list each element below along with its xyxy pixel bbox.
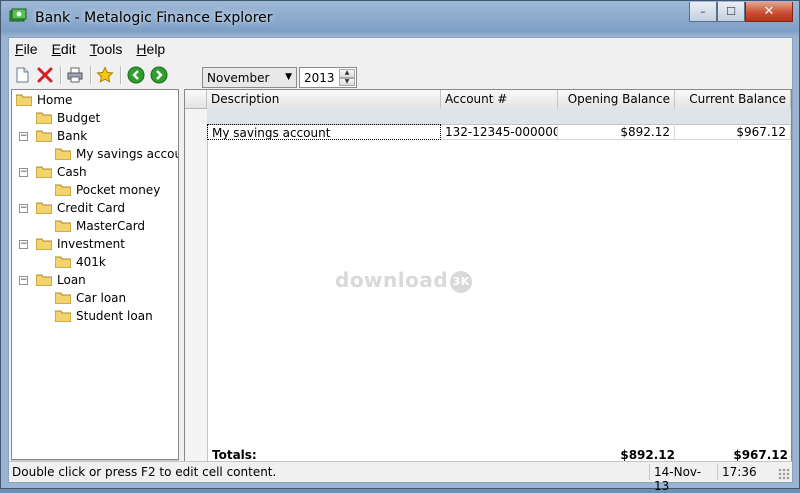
tree-item-cash[interactable]: Cash (36, 163, 87, 181)
spin-down-button[interactable]: ▼ (339, 77, 355, 86)
folder-icon (36, 130, 52, 142)
tree-item-pocket-money[interactable]: Pocket money (55, 181, 160, 199)
tree-item-bank[interactable]: Bank (36, 127, 87, 145)
tree-item-student-loan[interactable]: Student loan (55, 307, 153, 325)
year-value: 2013 (304, 71, 335, 85)
tree-item-401k[interactable]: 401k (55, 253, 106, 271)
folder-icon (55, 310, 71, 322)
delete-icon[interactable] (36, 66, 54, 84)
cell-account[interactable]: 132-12345-0000000 (441, 124, 558, 140)
app-icon (9, 8, 27, 22)
accounts-grid[interactable]: Description Account # Opening Balance Cu… (184, 89, 792, 462)
status-time: 17:36 (717, 464, 767, 480)
tree-item-my-savings[interactable]: My savings accour (55, 145, 178, 163)
collapse-icon[interactable]: − (19, 240, 28, 249)
menu-file[interactable]: File (15, 41, 38, 57)
row-indicator-column (185, 90, 208, 461)
cell-description[interactable]: My savings account (207, 124, 441, 140)
folder-icon (36, 202, 52, 214)
folder-icon (36, 166, 52, 178)
status-message: Double click or press F2 to edit cell co… (12, 465, 277, 479)
status-date: 14-Nov-13 (649, 464, 717, 493)
column-header-opening-balance[interactable]: Opening Balance (558, 90, 675, 108)
watermark-logo-icon: 3K (450, 270, 473, 293)
grid-header: Description Account # Opening Balance Cu… (185, 90, 791, 109)
collapse-icon[interactable]: − (19, 276, 28, 285)
totals-current-balance: $967.12 (733, 448, 788, 462)
forward-arrow-icon[interactable] (150, 66, 168, 84)
folder-icon (55, 256, 71, 268)
column-header-current-balance[interactable]: Current Balance (675, 90, 791, 108)
tree-item-mastercard[interactable]: MasterCard (55, 217, 145, 235)
new-row-placeholder[interactable] (207, 108, 791, 125)
client-area: File Edit Tools Help November ▼ 2013 ▲ ▼… (8, 37, 793, 493)
folder-icon (55, 148, 71, 160)
folder-icon (55, 292, 71, 304)
tree-item-car-loan[interactable]: Car loan (55, 289, 126, 307)
tree-item-investment[interactable]: Investment (36, 235, 125, 253)
tree-item-budget[interactable]: Budget (36, 109, 100, 127)
collapse-icon[interactable]: − (19, 204, 28, 213)
year-stepper[interactable]: 2013 ▲ ▼ (299, 67, 357, 88)
menu-edit[interactable]: Edit (52, 41, 76, 57)
chevron-down-icon: ▼ (285, 72, 292, 82)
cell-current-balance[interactable]: $967.12 (675, 124, 791, 140)
collapse-icon[interactable]: − (19, 168, 28, 177)
tree-item-home[interactable]: Home (16, 91, 72, 109)
title-bar[interactable]: Bank - Metalogic Finance Explorer – ☐ ✕ (1, 1, 799, 35)
tree-item-credit-card[interactable]: Credit Card (36, 199, 125, 217)
folder-icon (16, 94, 32, 106)
minimize-button[interactable]: – (689, 2, 717, 22)
back-arrow-icon[interactable] (127, 66, 145, 84)
new-icon[interactable] (13, 66, 31, 84)
spin-up-button[interactable]: ▲ (339, 69, 355, 78)
app-window: Bank - Metalogic Finance Explorer – ☐ ✕ … (0, 0, 800, 493)
status-bar: Double click or press F2 to edit cell co… (9, 461, 792, 493)
menu-help[interactable]: Help (136, 41, 165, 57)
table-row[interactable]: My savings account 132-12345-0000000 $89… (207, 124, 791, 140)
category-tree[interactable]: Home Budget − Bank My savings accour − C… (11, 89, 179, 460)
maximize-button[interactable]: ☐ (717, 2, 745, 22)
month-value: November (207, 71, 270, 85)
folder-icon (55, 220, 71, 232)
month-select[interactable]: November ▼ (202, 67, 297, 88)
close-button[interactable]: ✕ (745, 2, 793, 22)
folder-icon (36, 238, 52, 250)
collapse-icon[interactable]: − (19, 132, 28, 141)
menu-tools[interactable]: Tools (90, 41, 123, 57)
totals-label: Totals: (212, 448, 257, 462)
menu-bar: File Edit Tools Help (9, 38, 792, 60)
watermark: download 3K (335, 268, 473, 293)
pane-splitter[interactable] (179, 89, 183, 460)
column-header-account[interactable]: Account # (441, 90, 558, 108)
resize-grip-icon[interactable] (778, 468, 790, 480)
favorite-star-icon[interactable] (96, 66, 114, 84)
cell-opening-balance[interactable]: $892.12 (558, 124, 675, 140)
folder-icon (55, 184, 71, 196)
column-header-description[interactable]: Description (207, 90, 441, 108)
header-corner (185, 90, 207, 108)
totals-opening-balance: $892.12 (620, 448, 675, 462)
folder-icon (36, 112, 52, 124)
print-icon[interactable] (66, 66, 84, 84)
tree-item-loan[interactable]: Loan (36, 271, 86, 289)
toolbar (9, 62, 792, 90)
window-title: Bank - Metalogic Finance Explorer (35, 10, 273, 26)
folder-icon (36, 274, 52, 286)
